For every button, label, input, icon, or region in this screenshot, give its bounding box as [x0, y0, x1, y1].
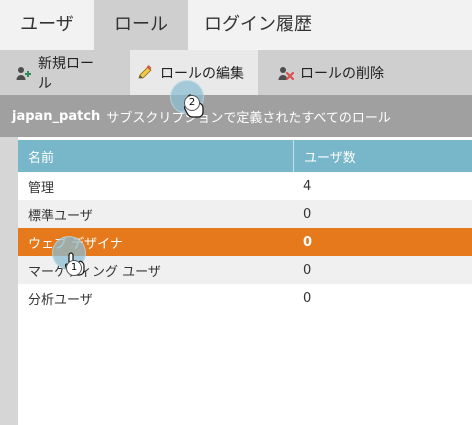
edit-role-label: ロールの編集 — [160, 65, 244, 82]
column-header-name[interactable]: 名前 — [18, 147, 293, 166]
user-count-cell: 0 — [303, 206, 312, 222]
subscription-description: サブスクリプションで定義されたすべてのロール — [106, 110, 391, 126]
roles-subheader: japan_patch サブスクリプションで定義されたすべてのロール — [0, 95, 472, 137]
column-header-user-count[interactable]: ユーザ数 — [293, 140, 472, 172]
table-row[interactable]: 分析ユーザ 0 — [18, 284, 472, 312]
table-header: 名前 ユーザ数 — [18, 140, 472, 172]
pencil-edit-icon — [136, 64, 154, 82]
tab-login-history[interactable]: ログイン履歴 — [188, 0, 328, 50]
user-delete-icon — [276, 64, 294, 82]
role-name-cell: 管理 — [28, 180, 55, 196]
role-name-cell: 標準ユーザ — [28, 208, 93, 224]
roles-toolbar: 新規ロール ロールの編集 ロールの削除 — [0, 50, 472, 96]
user-count-cell: 0 — [303, 234, 313, 250]
left-gutter — [0, 137, 18, 425]
subscription-name: japan_patch — [12, 108, 101, 124]
cursor-step-badge-1: 1 — [66, 260, 82, 276]
delete-role-button[interactable]: ロールの削除 — [270, 50, 400, 95]
delete-role-label: ロールの削除 — [300, 65, 384, 82]
table-row[interactable]: 標準ユーザ 0 — [18, 200, 472, 228]
user-count-cell: 4 — [303, 178, 312, 194]
tab-roles[interactable]: ロール — [94, 0, 188, 50]
new-role-label: 新規ロール — [38, 55, 94, 92]
top-tabs: ユーザ ロール ログイン履歴 — [0, 0, 472, 51]
user-count-cell: 0 — [303, 290, 312, 306]
cursor-step-badge-2: 2 — [184, 95, 200, 111]
new-role-button[interactable]: 新規ロール — [8, 50, 112, 95]
role-name-cell: 分析ユーザ — [28, 292, 93, 308]
user-count-cell: 0 — [303, 262, 312, 278]
tab-users[interactable]: ユーザ — [0, 0, 94, 50]
roles-table: 名前 ユーザ数 管理 4 標準ユーザ 0 ウェブ デザイナ 0 マーケティング … — [18, 140, 472, 425]
table-row[interactable]: 管理 4 — [18, 172, 472, 200]
user-add-icon — [14, 64, 32, 82]
roles-page: ユーザ ロール ログイン履歴 新規ロール ロールの編集 ロールの削除 japan… — [0, 0, 472, 425]
